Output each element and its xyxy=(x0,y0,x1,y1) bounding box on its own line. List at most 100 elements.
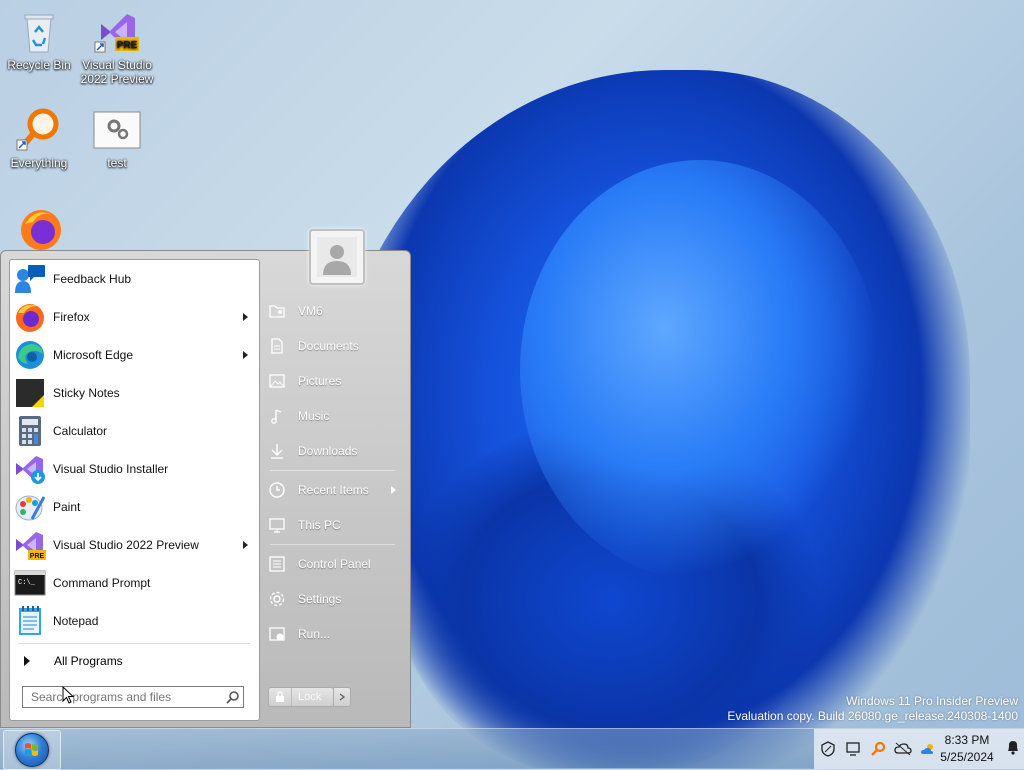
search-box[interactable] xyxy=(22,686,244,708)
shutdown-options-button[interactable] xyxy=(333,687,351,707)
lock-label: Lock xyxy=(298,691,322,703)
lock-button[interactable]: Lock xyxy=(268,687,334,707)
pre-badge: PRE xyxy=(30,553,45,560)
desktop-icon-label: test xyxy=(107,156,127,170)
svg-text:C:\_: C:\_ xyxy=(18,579,36,587)
command-prompt-icon: C:\_ xyxy=(14,567,46,599)
places-separator xyxy=(270,544,395,545)
program-calculator[interactable]: Calculator xyxy=(14,414,256,448)
program-vs-installer[interactable]: Visual Studio Installer xyxy=(14,452,256,486)
desktop-icon-everything[interactable]: Everything xyxy=(0,106,78,170)
places-separator xyxy=(270,470,395,471)
pre-badge: PRE xyxy=(117,40,138,51)
start-button[interactable] xyxy=(3,730,61,770)
everything-tray-icon[interactable] xyxy=(867,738,889,760)
search-icon[interactable] xyxy=(223,687,243,707)
submenu-arrow-icon xyxy=(243,351,248,359)
places-pane: VM6 Documents Pictures Music Downloads R… xyxy=(260,229,410,727)
program-label: Sticky Notes xyxy=(53,386,120,400)
desktop-icon-recycle-bin[interactable]: Recycle Bin xyxy=(0,8,78,72)
picture-icon xyxy=(268,372,286,390)
places-item-documents[interactable]: Documents xyxy=(268,332,400,360)
search-input[interactable] xyxy=(23,689,223,705)
program-label: Paint xyxy=(53,500,81,514)
programs-pane: Feedback Hub Firefox Microsoft Edge Stic… xyxy=(9,259,260,721)
places-item-recent-items[interactable]: Recent Items xyxy=(268,476,400,504)
places-item-music[interactable]: Music xyxy=(268,402,400,430)
user-avatar[interactable] xyxy=(309,229,365,285)
gear-icon xyxy=(268,590,286,608)
computer-icon xyxy=(268,516,286,534)
places-label: Control Panel xyxy=(298,557,371,571)
sticky-notes-icon xyxy=(14,377,46,409)
clock-icon xyxy=(268,481,286,499)
feedback-hub-icon xyxy=(14,263,46,295)
places-item-downloads[interactable]: Downloads xyxy=(268,437,400,465)
submenu-arrow-icon xyxy=(243,313,248,321)
music-icon xyxy=(268,407,286,425)
submenu-arrow-icon xyxy=(391,486,396,494)
places-item-settings[interactable]: Settings xyxy=(268,585,400,613)
document-icon xyxy=(268,337,286,355)
program-paint[interactable]: Paint xyxy=(14,490,256,524)
places-item-this-pc[interactable]: This PC xyxy=(268,511,400,539)
recycle-bin-icon xyxy=(15,8,63,56)
network-icon[interactable] xyxy=(842,738,864,760)
program-label: Microsoft Edge xyxy=(53,348,134,362)
paint-icon xyxy=(14,491,46,523)
desktop-icon-firefox[interactable] xyxy=(0,204,78,250)
places-label: Settings xyxy=(298,592,342,606)
notepad-icon xyxy=(14,605,46,637)
evaluation-watermark: Windows 11 Pro Insider Preview Evaluatio… xyxy=(727,694,1018,724)
clock-time: 8:33 PM xyxy=(944,733,990,747)
places-label: Pictures xyxy=(298,374,342,388)
desktop-icon-test[interactable]: test xyxy=(78,106,156,170)
places-label: Documents xyxy=(298,339,359,353)
program-label: Notepad xyxy=(53,614,99,628)
wallpaper-bloom-highlight xyxy=(520,160,880,580)
everything-icon xyxy=(15,106,63,154)
watermark-line1: Windows 11 Pro Insider Preview xyxy=(846,694,1018,708)
notification-bell-icon[interactable] xyxy=(1006,739,1020,758)
desktop-icon-label: Everything xyxy=(10,156,68,170)
start-menu: Feedback Hub Firefox Microsoft Edge Stic… xyxy=(0,229,411,728)
avatar-icon xyxy=(317,237,357,277)
calculator-icon xyxy=(14,415,46,447)
program-feedback-hub[interactable]: Feedback Hub xyxy=(14,262,256,296)
taskbar: 8:33 PM 5/25/2024 xyxy=(0,728,1024,770)
windows-logo-icon xyxy=(15,733,49,767)
places-item-control-panel[interactable]: Control Panel xyxy=(268,550,400,578)
watermark-line2: Evaluation copy. Build 26080.ge_release.… xyxy=(727,709,1018,723)
places-item-pictures[interactable]: Pictures xyxy=(268,367,400,395)
program-microsoft-edge[interactable]: Microsoft Edge xyxy=(14,338,256,372)
clock-date: 5/25/2024 xyxy=(940,750,994,764)
program-sticky-notes[interactable]: Sticky Notes xyxy=(14,376,256,410)
all-programs-button[interactable]: All Programs xyxy=(14,650,256,672)
run-icon xyxy=(268,625,286,643)
program-visual-studio-2022[interactable]: PRE Visual Studio 2022 Preview xyxy=(14,528,256,562)
places-label: VM6 xyxy=(298,304,323,318)
program-command-prompt[interactable]: C:\_ Command Prompt xyxy=(14,566,256,600)
firefox-icon xyxy=(14,301,46,333)
download-icon xyxy=(268,442,286,460)
desktop-icon-label-line2: 2022 Preview xyxy=(80,72,154,86)
onedrive-icon[interactable] xyxy=(892,738,914,760)
clock[interactable]: 8:33 PM 5/25/2024 xyxy=(934,732,1000,766)
control-panel-icon xyxy=(268,555,286,573)
places-label: Recent Items xyxy=(298,483,369,497)
program-firefox[interactable]: Firefox xyxy=(14,300,256,334)
places-item-vm6[interactable]: VM6 xyxy=(268,297,400,325)
program-label: Calculator xyxy=(53,424,108,438)
defender-icon[interactable] xyxy=(817,738,839,760)
program-label: Visual Studio Installer xyxy=(53,462,169,476)
desktop-icon-visual-studio[interactable]: PRE Visual Studio 2022 Preview xyxy=(78,8,156,86)
program-notepad[interactable]: Notepad xyxy=(14,604,256,638)
desktop-icon-label-line1: Visual Studio xyxy=(82,58,152,72)
edge-icon xyxy=(14,339,46,371)
places-label: Run... xyxy=(298,627,331,641)
places-item-run[interactable]: Run... xyxy=(268,620,400,648)
program-label: Feedback Hub xyxy=(53,272,132,286)
settings-file-icon xyxy=(93,106,141,154)
places-label: This PC xyxy=(298,518,341,532)
visual-studio-icon: PRE xyxy=(14,529,46,561)
